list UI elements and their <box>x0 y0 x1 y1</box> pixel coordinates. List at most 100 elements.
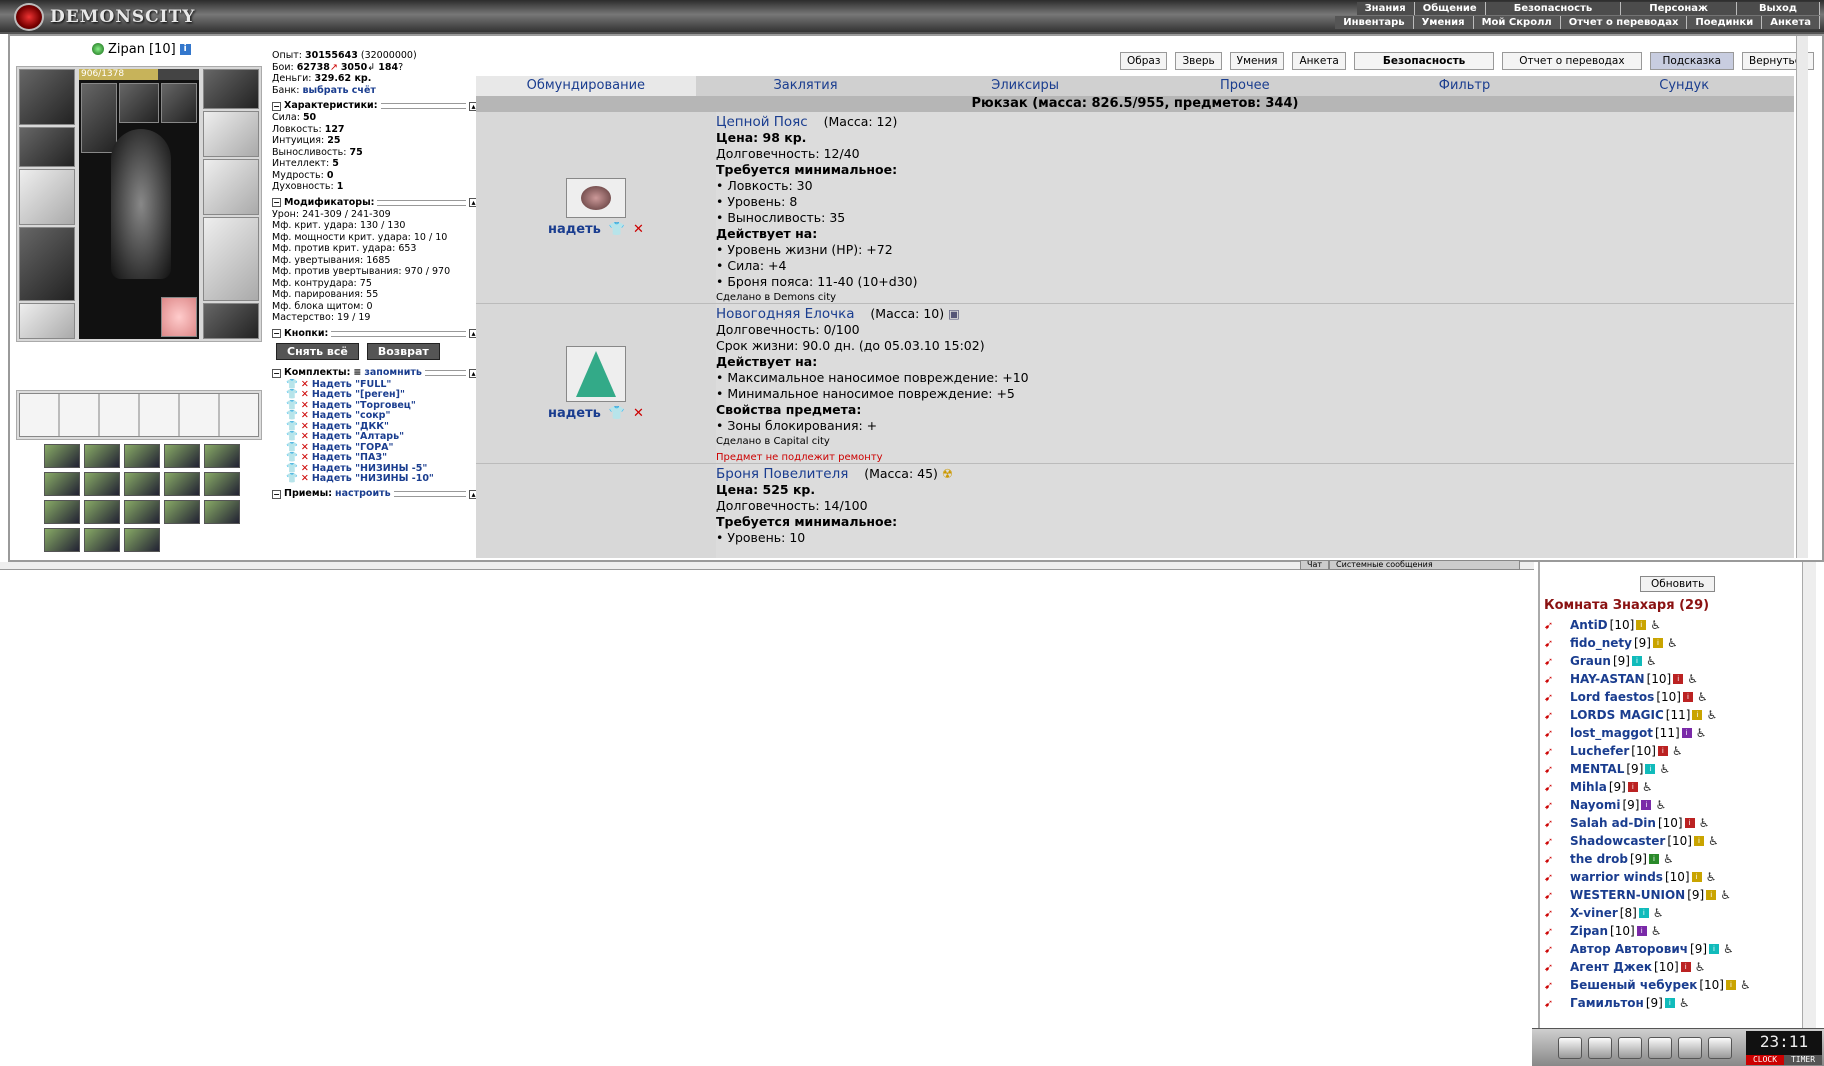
user-name[interactable]: Salah ad-Din <box>1570 816 1656 830</box>
shirt-icon[interactable]: 👕 <box>609 406 625 421</box>
add-friend-icon[interactable]: ♿ <box>1667 636 1678 650</box>
delete-icon[interactable]: ✕ <box>633 222 644 237</box>
info-icon[interactable]: i <box>1681 728 1692 738</box>
info-icon[interactable]: i <box>1645 764 1656 774</box>
add-friend-icon[interactable]: ♿ <box>1706 870 1717 884</box>
user-name[interactable]: HAY-ASTAN <box>1570 672 1645 686</box>
gloves-slot[interactable] <box>203 111 259 157</box>
timer-label[interactable]: TIMER <box>1784 1055 1822 1065</box>
collapse-icon[interactable]: − <box>272 489 281 499</box>
add-friend-icon[interactable]: ♿ <box>1687 672 1698 686</box>
add-friend-icon[interactable]: ♿ <box>1708 834 1719 848</box>
info-icon[interactable]: i <box>179 43 191 55</box>
private-message-icon[interactable]: ➹ <box>1544 673 1570 686</box>
tab-system-messages[interactable]: Системные сообщения <box>1329 560 1520 570</box>
add-friend-icon[interactable]: ♿ <box>1651 924 1662 938</box>
user-name[interactable]: Гамильтон <box>1570 996 1644 1010</box>
weapon-right-slot[interactable] <box>203 159 259 215</box>
quick-slots[interactable] <box>19 393 259 437</box>
private-message-icon[interactable]: ➹ <box>1544 799 1570 812</box>
scroll-slot[interactable] <box>164 472 200 496</box>
remove-all-button[interactable]: Снять всё <box>276 342 359 360</box>
item-name[interactable]: Броня Повелителя <box>716 466 848 482</box>
delete-icon[interactable]: ✕ <box>301 473 309 485</box>
scroll-slot[interactable] <box>124 444 160 468</box>
scroll-slot[interactable] <box>204 500 240 524</box>
add-friend-icon[interactable]: ♿ <box>1653 906 1664 920</box>
ring-slot[interactable] <box>161 83 197 123</box>
scroll-slot[interactable] <box>84 500 120 524</box>
info-icon[interactable]: i <box>1627 782 1638 792</box>
add-friend-icon[interactable]: ♿ <box>1720 888 1731 902</box>
shirt-icon[interactable]: 👕 <box>609 222 625 237</box>
private-message-icon[interactable]: ➹ <box>1544 727 1570 740</box>
add-friend-icon[interactable]: ♿ <box>1706 708 1717 722</box>
menu-inventory[interactable]: Инвентарь <box>1335 16 1414 29</box>
remember-set-link[interactable]: запомнить <box>364 367 422 379</box>
private-message-icon[interactable]: ➹ <box>1544 655 1570 668</box>
scroll-slot[interactable] <box>44 500 80 524</box>
menu-security[interactable]: Безопасность <box>1486 2 1622 15</box>
necklace-slot[interactable] <box>19 127 75 167</box>
chat-icon[interactable] <box>1678 1037 1702 1059</box>
add-friend-icon[interactable]: ♿ <box>1672 744 1683 758</box>
legs-slot[interactable] <box>203 217 259 301</box>
private-message-icon[interactable]: ➹ <box>1544 943 1570 956</box>
user-name[interactable]: Бешеный чебурек <box>1570 978 1697 992</box>
menu-my-scroll[interactable]: Мой Скролл <box>1474 16 1561 29</box>
return-button[interactable]: Возврат <box>366 342 440 360</box>
private-message-icon[interactable]: ➹ <box>1544 763 1570 776</box>
menu-profile[interactable]: Анкета <box>1762 16 1820 29</box>
info-icon[interactable]: i <box>1684 818 1695 828</box>
tab-other[interactable]: Прочее <box>1135 76 1355 96</box>
scroll-slot[interactable] <box>124 472 160 496</box>
menu-exit[interactable]: Выход <box>1737 2 1820 15</box>
private-message-icon[interactable]: ➹ <box>1544 835 1570 848</box>
beast-button[interactable]: Зверь <box>1175 52 1222 70</box>
scroll-slot[interactable] <box>44 444 80 468</box>
collapse-icon[interactable]: − <box>272 198 281 207</box>
add-friend-icon[interactable]: ♿ <box>1695 960 1706 974</box>
earring-slot[interactable] <box>203 69 259 109</box>
user-name[interactable]: LORDS MAGIC <box>1570 708 1664 722</box>
info-icon[interactable]: i <box>1638 908 1649 918</box>
info-icon[interactable]: i <box>1641 800 1652 810</box>
boots-slot[interactable] <box>203 303 259 339</box>
private-message-icon[interactable]: ➹ <box>1544 745 1570 758</box>
refresh-button[interactable]: Обновить <box>1640 576 1716 592</box>
user-name[interactable]: lost_maggot <box>1570 726 1653 740</box>
menu-character[interactable]: Персонаж <box>1621 2 1737 15</box>
user-name[interactable]: Автор Авторович <box>1570 942 1688 956</box>
user-name[interactable]: Mihla <box>1570 780 1607 794</box>
private-message-icon[interactable]: ➹ <box>1544 853 1570 866</box>
info-icon[interactable]: i <box>1657 746 1668 756</box>
add-friend-icon[interactable]: ♿ <box>1642 780 1653 794</box>
scroll-slot[interactable] <box>44 472 80 496</box>
user-name[interactable]: Luchefer <box>1570 744 1629 758</box>
bank-link[interactable]: выбрать счёт <box>303 85 376 96</box>
menu-transfer-report[interactable]: Отчет о переводах <box>1561 16 1688 29</box>
private-message-icon[interactable]: ➹ <box>1544 907 1570 920</box>
scroll-slot[interactable] <box>164 444 200 468</box>
user-name[interactable]: AntiD <box>1570 618 1608 632</box>
tab-chat[interactable]: Чат <box>1300 560 1330 570</box>
wear-link[interactable]: надеть <box>548 222 601 237</box>
scroll-slot[interactable] <box>164 500 200 524</box>
add-friend-icon[interactable]: ♿ <box>1696 726 1707 740</box>
armor-slot[interactable] <box>19 227 75 301</box>
add-friend-icon[interactable]: ♿ <box>1650 618 1661 632</box>
tab-filter[interactable]: Фильтр <box>1355 76 1575 96</box>
item-name[interactable]: Цепной Пояс <box>716 114 808 130</box>
user-name[interactable]: fido_nety <box>1570 636 1632 650</box>
scroll-slot[interactable] <box>84 444 120 468</box>
user-name[interactable]: WESTERN-UNION <box>1570 888 1685 902</box>
wear-link[interactable]: надеть <box>548 406 601 421</box>
menu-communication[interactable]: Общение <box>1415 2 1486 15</box>
private-message-icon[interactable]: ➹ <box>1544 781 1570 794</box>
add-friend-icon[interactable]: ♿ <box>1697 690 1708 704</box>
profile-button[interactable]: Анкета <box>1292 52 1346 70</box>
private-message-icon[interactable]: ➹ <box>1544 997 1570 1010</box>
collapse-icon[interactable]: − <box>272 368 281 378</box>
info-icon[interactable]: i <box>1691 872 1702 882</box>
weapon-left-slot[interactable] <box>19 169 75 225</box>
